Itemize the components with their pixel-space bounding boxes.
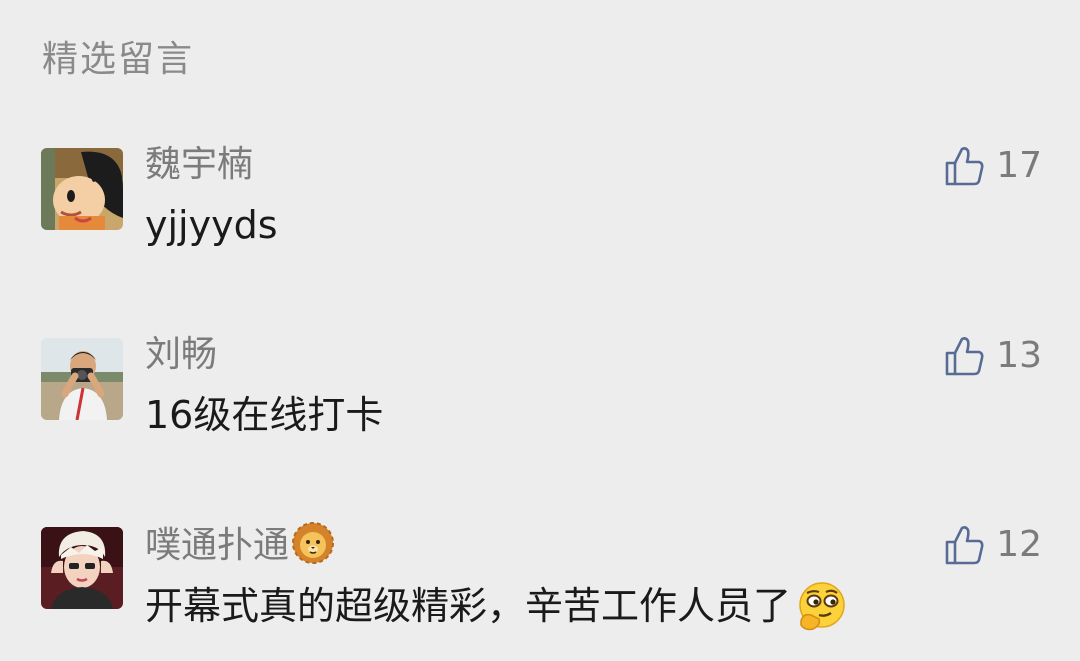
like-count: 17: [996, 145, 1042, 186]
thumbs-up-icon[interactable]: [944, 524, 984, 566]
nickname-text: 噗通扑通: [145, 525, 290, 566]
comment-nickname[interactable]: 噗通扑通: [145, 521, 335, 569]
comment-nickname[interactable]: 刘畅: [145, 332, 217, 378]
like-button[interactable]: 13: [944, 334, 1042, 378]
comment-content: 16级在线打卡: [145, 393, 384, 437]
thumbs-up-icon[interactable]: [944, 145, 984, 187]
comment-item: 魏宇楠 yjjyyds 17: [0, 144, 1080, 278]
avatar[interactable]: [41, 527, 123, 609]
comment-nickname[interactable]: 魏宇楠: [145, 142, 253, 188]
comment-content: yjjyyds: [145, 203, 278, 247]
like-count: 13: [996, 335, 1042, 376]
like-button[interactable]: 12: [944, 523, 1042, 567]
section-title: 精选留言: [42, 39, 195, 80]
avatar[interactable]: [41, 338, 123, 420]
like-button[interactable]: 17: [944, 144, 1042, 188]
comment-item: 噗通扑通 开幕式真的超级精彩，辛苦工作人员了 12: [0, 522, 1080, 657]
selected-comments-section: 精选留言 魏宇楠 yjjyyds 17 刘畅 16级在线打卡 13 噗通扑通 开…: [0, 0, 1080, 661]
like-count: 12: [996, 524, 1042, 565]
thumbs-up-icon[interactable]: [944, 335, 984, 377]
avatar[interactable]: [41, 148, 123, 230]
thinking-smirk-emoji-icon: [799, 582, 845, 631]
comment-item: 刘畅 16级在线打卡 13: [0, 334, 1080, 468]
comment-content: 开幕式真的超级精彩，辛苦工作人员了: [145, 579, 849, 633]
content-text: 开幕式真的超级精彩，辛苦工作人员了: [145, 584, 792, 628]
lion-emoji-icon: [292, 522, 335, 564]
